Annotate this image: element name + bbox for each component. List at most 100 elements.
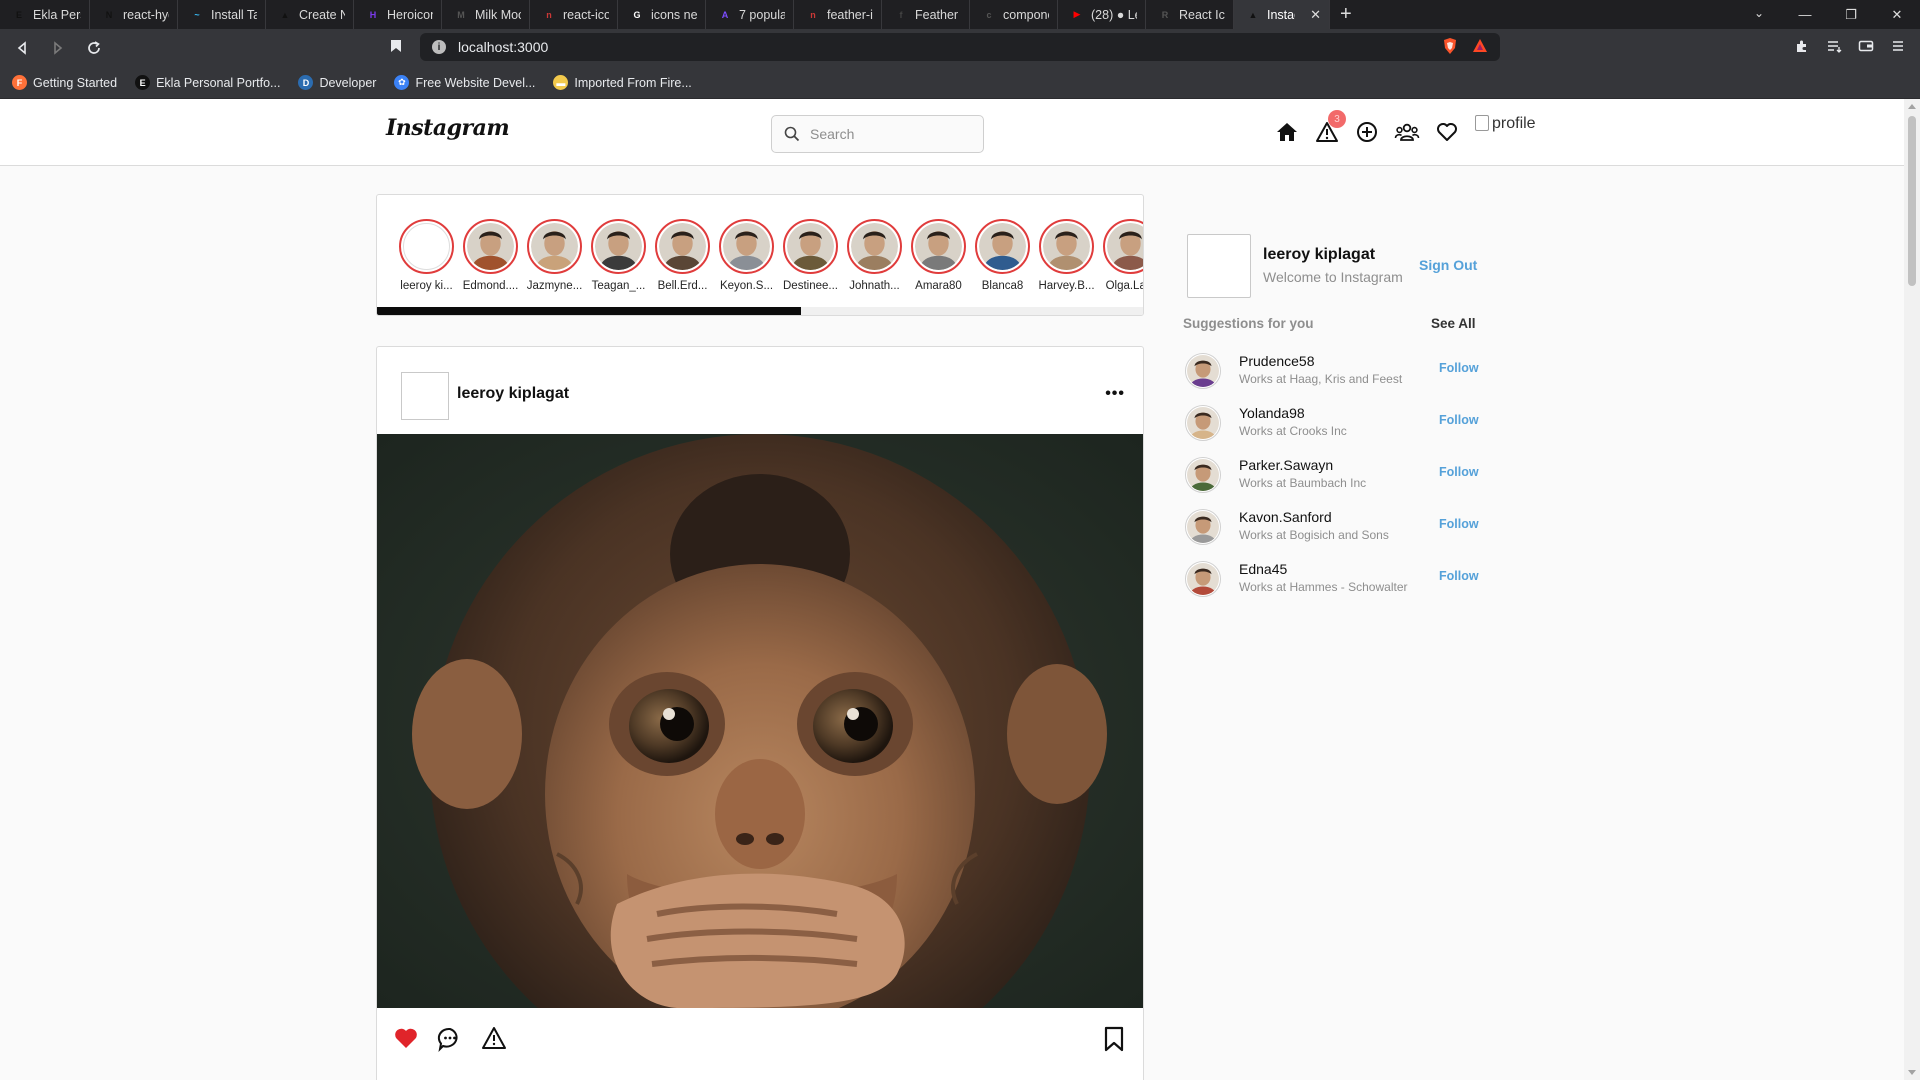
menu-icon[interactable] [1890, 38, 1906, 54]
browser-tab[interactable]: H Heroicons [354, 0, 442, 29]
tab-search-chevron-icon[interactable]: ⌄ [1754, 6, 1764, 20]
story-ring[interactable] [1103, 219, 1143, 274]
browser-tab[interactable]: f Feather – Sim [882, 0, 970, 29]
post-more-options-button[interactable]: ••• [1105, 385, 1125, 403]
story-ring[interactable] [847, 219, 902, 274]
stories-scrollbar-thumb[interactable] [377, 307, 801, 315]
follow-button[interactable]: Follow [1439, 517, 1479, 531]
forward-button[interactable] [44, 34, 72, 62]
suggestion-avatar[interactable] [1185, 457, 1221, 493]
post-author-name[interactable]: leeroy kiplagat [457, 385, 569, 403]
story-ring[interactable] [1039, 219, 1094, 274]
people-button[interactable] [1394, 119, 1420, 145]
story-item[interactable]: Keyon.S... [719, 219, 774, 292]
post-author-avatar[interactable] [401, 372, 449, 420]
post-image[interactable] [377, 434, 1143, 1008]
see-all-button[interactable]: See All [1431, 316, 1476, 331]
follow-button[interactable]: Follow [1439, 413, 1479, 427]
site-info-icon[interactable]: i [432, 40, 446, 54]
browser-tab[interactable]: ▶ (28) ● Let's l [1058, 0, 1146, 29]
notifications-button[interactable]: 3 [1314, 110, 1346, 145]
bookmark-item[interactable]: D Developer [298, 75, 376, 90]
brave-shields-icon[interactable] [1442, 37, 1458, 60]
close-tab-icon[interactable]: ✕ [1310, 7, 1321, 23]
address-bar[interactable]: i localhost:3000 [420, 33, 1500, 61]
story-item[interactable]: Bell.Erd... [655, 219, 710, 292]
story-item[interactable]: Blanca8 [975, 219, 1030, 292]
suggestion-avatar[interactable] [1185, 405, 1221, 441]
profile-avatar-button[interactable]: profile [1475, 115, 1536, 133]
reload-button[interactable] [80, 34, 108, 62]
browser-tab[interactable]: E Ekla Personal [0, 0, 90, 29]
suggestion-avatar[interactable] [1185, 561, 1221, 597]
search-input[interactable] [810, 126, 970, 142]
story-item[interactable]: leeroy ki... [399, 219, 454, 292]
story-item[interactable]: Teagan_... [591, 219, 646, 292]
follow-button[interactable]: Follow [1439, 361, 1479, 375]
bookmark-item[interactable]: ▬ Imported From Fire... [553, 75, 692, 90]
browser-tab[interactable]: n feather-icons [794, 0, 882, 29]
browser-tab[interactable]: A 7 popular ico [706, 0, 794, 29]
back-button[interactable] [8, 34, 36, 62]
current-user-avatar[interactable] [1187, 234, 1251, 298]
browser-tab[interactable]: c component.h [970, 0, 1058, 29]
bookmark-item[interactable]: F Getting Started [12, 75, 117, 90]
activity-button[interactable] [1434, 119, 1460, 145]
brave-rewards-icon[interactable] [1472, 38, 1488, 58]
story-item[interactable]: Edmond.... [463, 219, 518, 292]
scroll-up-arrow-icon[interactable] [1908, 104, 1916, 109]
bookmark-item[interactable]: E Ekla Personal Portfo... [135, 75, 280, 90]
bookmark-page-icon[interactable] [390, 39, 402, 58]
story-item[interactable]: Amara80 [911, 219, 966, 292]
suggestion-username[interactable]: Edna45 [1239, 561, 1287, 577]
story-item[interactable]: Johnath... [847, 219, 902, 292]
browser-tab[interactable]: ▲ Create Next A [266, 0, 354, 29]
browser-tab[interactable]: M Milk Moon St [442, 0, 530, 29]
browser-tab[interactable]: Gicons nextjs - [618, 0, 706, 29]
save-bookmark-button[interactable] [1103, 1026, 1125, 1057]
like-button[interactable] [393, 1026, 419, 1055]
browser-tab[interactable]: n react-icons - [530, 0, 618, 29]
browser-tab[interactable]: ~ Install Tailwin [178, 0, 266, 29]
browser-tab[interactable]: ▲ Instagram ✕ [1234, 0, 1330, 29]
suggestion-username[interactable]: Kavon.Sanford [1239, 509, 1332, 525]
story-ring[interactable] [911, 219, 966, 274]
current-user-name[interactable]: leeroy kiplagat [1263, 246, 1375, 264]
instagram-logo[interactable]: Instagram [386, 115, 510, 141]
wallet-icon[interactable] [1858, 38, 1874, 54]
suggestion-username[interactable]: Prudence58 [1239, 353, 1315, 369]
story-ring[interactable] [527, 219, 582, 274]
suggestion-username[interactable]: Parker.Sawayn [1239, 457, 1333, 473]
story-item[interactable]: Olga.La... [1103, 219, 1143, 292]
new-tab-button[interactable]: + [1340, 3, 1352, 26]
reading-list-icon[interactable] [1826, 38, 1842, 54]
story-item[interactable]: Jazmyne... [527, 219, 582, 292]
restore-button[interactable]: ❐ [1828, 7, 1874, 23]
browser-tab[interactable]: Nreact-hydratic [90, 0, 178, 29]
follow-button[interactable]: Follow [1439, 569, 1479, 583]
story-ring[interactable] [591, 219, 646, 274]
suggestion-avatar[interactable] [1185, 509, 1221, 545]
story-ring[interactable] [783, 219, 838, 274]
comment-button[interactable] [437, 1026, 463, 1057]
close-window-button[interactable]: ✕ [1874, 7, 1920, 23]
story-ring[interactable] [463, 219, 518, 274]
share-button[interactable] [481, 1026, 507, 1055]
browser-tab[interactable]: R React Icons [1146, 0, 1234, 29]
story-ring[interactable] [655, 219, 710, 274]
suggestion-avatar[interactable] [1185, 353, 1221, 389]
story-ring[interactable] [399, 219, 454, 274]
story-ring[interactable] [975, 219, 1030, 274]
sign-out-button[interactable]: Sign Out [1419, 257, 1477, 273]
suggestion-username[interactable]: Yolanda98 [1239, 405, 1305, 421]
page-scrollbar[interactable] [1904, 99, 1920, 1080]
page-scrollbar-thumb[interactable] [1908, 116, 1916, 286]
home-button[interactable] [1274, 119, 1300, 145]
story-ring[interactable] [719, 219, 774, 274]
scroll-down-arrow-icon[interactable] [1908, 1070, 1916, 1075]
bookmark-item[interactable]: ✿ Free Website Devel... [394, 75, 535, 90]
follow-button[interactable]: Follow [1439, 465, 1479, 479]
story-item[interactable]: Harvey.B... [1038, 219, 1095, 292]
extensions-icon[interactable] [1794, 38, 1810, 54]
search-box[interactable] [771, 115, 984, 153]
